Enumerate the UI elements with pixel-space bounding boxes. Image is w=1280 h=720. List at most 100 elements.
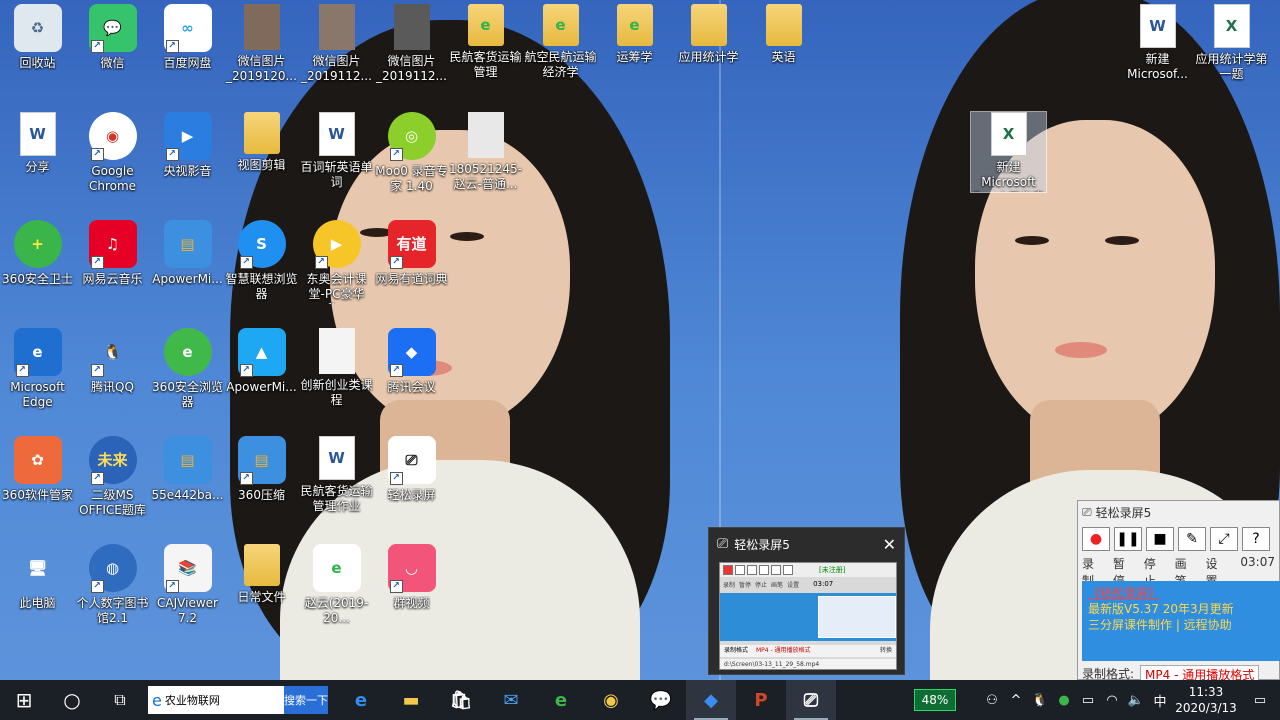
clock[interactable]: 11:33 2020/3/13 [1172,684,1240,716]
desktop-icon[interactable]: W 新建 Microsof... [1120,4,1195,82]
desktop-icon[interactable]: ▲ ↗ ApowerMi... [224,328,299,395]
recorder-tool-button[interactable]: ■ [1146,527,1174,551]
desktop-icon[interactable]: W 分享 [0,112,75,175]
start-button[interactable]: ⊞ [0,680,48,720]
desktop-icon[interactable]: e 360安全浏览器 [150,328,225,410]
desktop-icon[interactable]: 微信图片_2019112... [299,4,374,84]
recorder-tool-button[interactable]: ✎ [1178,527,1206,551]
search-input[interactable]: e 农业物联网 [148,686,284,714]
desktop-icon[interactable]: 🐧 ↗ 腾讯QQ [75,328,150,395]
volume-icon[interactable]: 🔈 [1124,693,1148,708]
search-text: 农业物联网 [164,694,220,707]
recorder-banner[interactable]: 《轻松录屏》 最新版V5.37 20年3月更新 三分屏课件制作 | 远程协助 [1082,581,1280,661]
brand-link[interactable]: 《轻松录屏》 [1088,585,1275,601]
task-view-button[interactable]: ⧉ [96,680,144,720]
desktop-icon[interactable]: 🖥 此电脑 [0,544,75,611]
recorder-tool-button[interactable]: ❚❚ [1114,527,1142,551]
desktop-icon[interactable]: ▶↗东奥会计课堂-PC豪华升... [299,220,374,304]
icon-label: 微信图片_2019112... [301,54,372,83]
taskbar-app-wechat[interactable]: 💬 [636,680,686,720]
thumb-format-row: 录制格式 MP4 - 通用播放格式 转换 [720,645,896,657]
desktop-icon[interactable]: X 应用统计学第一题 [1194,4,1269,82]
desktop-icon[interactable]: ◆ ↗ 腾讯会议 [374,328,449,395]
desktop-icon[interactable]: ▤ 55e442ba... [150,436,225,503]
cortana-button[interactable]: ○ [48,680,96,720]
battery-icon[interactable]: ▭ [1076,693,1100,708]
desktop-icon[interactable]: 英语 [746,4,821,65]
close-icon[interactable]: ✕ [883,535,896,554]
desktop-icon[interactable]: 📚 ↗ CAJViewer 7.2 [150,544,225,626]
desktop-icon[interactable]: 应用统计学 [671,4,746,65]
desktop-icon[interactable]: e 运筹学 [597,4,672,65]
desktop-icon[interactable]: W 百词斩英语单词 [299,112,374,190]
desktop-icon[interactable]: ∞ ↗ 百度网盘 [150,4,225,71]
desktop-icon[interactable]: ▤ ↗ 360压缩 [224,436,299,503]
windows-icon: ⊞ [15,688,33,712]
desktop-icon[interactable]: ⎚ ↗ 轻松录屏 [374,436,449,503]
app-icon: ▤ [163,436,212,484]
desktop-icon[interactable]: ◡ ↗ 群视频 [374,544,449,611]
desktop-icon[interactable]: e 航空民航运输经济学 [523,4,598,80]
app-icon [690,4,727,46]
desktop-icon[interactable]: ◎ ↗ Moo0 录音专家 1.40 [374,112,449,194]
icon-label: 网易有道词典 [375,272,448,286]
desktop-icon[interactable]: ◉ ↗ Google Chrome [75,112,150,194]
desktop-icon[interactable]: 180521245-赵云-普通... [448,112,523,192]
desktop-icon[interactable]: 未来 ↗ 二级MS OFFICE题库 [75,436,150,518]
desktop-icon[interactable]: 创新创业类课程 [299,328,374,408]
qq-tray-icon[interactable]: 🐧 [1028,693,1052,708]
people-icon[interactable]: ⚇ [980,693,1004,708]
desktop-icon[interactable]: X 新建 Microsoft Excel 工作表 [970,111,1047,193]
desktop-icon[interactable]: 💬 ↗ 微信 [75,4,150,71]
search-button[interactable]: 搜索一下 [284,686,328,714]
icon-label: 民航客货运输管理 [449,50,522,79]
desktop-icon[interactable]: ♫ ↗ 网易云音乐 [75,220,150,287]
desktop-icon[interactable]: ✿ 360软件管家 [0,436,75,503]
screen-recorder-window[interactable]: ⎚ 轻松录屏5 ●❚❚■✎⤢? 录制暂停停止画笔设置 03:07 《轻松录屏》 … [1077,500,1280,684]
desktop-icon[interactable]: 日常文件 [224,544,299,605]
app-icon: e [163,328,212,376]
taskbar-app-edge[interactable]: e [336,680,386,720]
recorder-tool-button[interactable]: ⤢ [1210,527,1238,551]
desktop-icon[interactable]: +360安全卫士 [0,220,75,287]
360-tray-icon[interactable]: ● [1052,693,1076,708]
thumb-format-value: MP4 - 通用播放格式 [755,647,811,654]
desktop-icon[interactable]: ▤ ApowerMi... [150,220,225,287]
preview-thumbnail[interactable]: [未注册] 录制 暂停 停止 画笔 设置 03:07 录制格式 MP4 - 通用播放格式… [719,562,897,670]
recorder-tool-button[interactable]: ● [1082,527,1110,551]
taskbar-app-tencent-meeting[interactable]: ◆ [686,680,736,720]
chevron-up-icon[interactable]: ^ [1004,693,1028,708]
icon-label: 运筹学 [616,50,653,64]
taskbar-app-360browser[interactable]: e [536,680,586,720]
taskbar-app-screen-recorder[interactable]: ⎚ [786,680,836,720]
desktop-icon[interactable]: 视图剪辑 [224,112,299,173]
battery-indicator[interactable]: 48% [914,689,956,711]
tencent-meeting-icon: ◆ [704,689,718,711]
icon-label: 腾讯会议 [387,380,436,394]
desktop-icon[interactable]: e ↗ Microsoft Edge [0,328,75,410]
desktop-icon[interactable]: ◍ ↗ 个人数字图书馆2.1 [75,544,150,626]
taskbar-app-powerpoint[interactable]: P [736,680,786,720]
taskbar-app-explorer[interactable]: ▬ [386,680,436,720]
desktop-icon[interactable]: S ↗ 智慧联想浏览器 [224,220,299,302]
desktop-icon[interactable]: 微信图片_2019112... [374,4,449,84]
desktop-icon[interactable]: 有道 ↗ 网易有道词典 [374,220,449,287]
desktop-icon[interactable]: e 民航客货运输管理 [448,4,523,80]
desktop-icon[interactable]: W 民航客货运输管理作业 [299,436,374,514]
taskbar-app-chrome[interactable]: ◉ [586,680,636,720]
desktop-icon[interactable]: 微信图片_2019120... [224,4,299,84]
icon-label: 微信 [100,56,125,70]
desktop-icon[interactable]: ♻ 回收站 [0,4,75,71]
taskbar-app-store[interactable]: 🛍 [436,680,486,720]
icon-label: 腾讯QQ [91,380,134,394]
taskbar-preview-popup[interactable]: ⎚ 轻松录屏5 ✕ [未注册] 录制 暂停 停止 画笔 设置 03:07 录制格式 MP… [708,527,905,675]
ime-indicator[interactable]: 中 [1148,691,1172,710]
icon-label: 东奥会计课堂-PC豪华升... [306,272,367,304]
desktop-icon[interactable]: ▶ ↗ 央视影音 [150,112,225,179]
notification-icon[interactable]: ▭ [1240,693,1280,708]
taskbar-app-mail[interactable]: ✉ [486,680,536,720]
recorder-tool-button[interactable]: ? [1242,527,1270,551]
desktop-icon[interactable]: e 赵云(2019-20... [299,544,374,626]
app-icon: X [990,112,1027,156]
wifi-icon[interactable]: ◠ [1100,693,1124,708]
